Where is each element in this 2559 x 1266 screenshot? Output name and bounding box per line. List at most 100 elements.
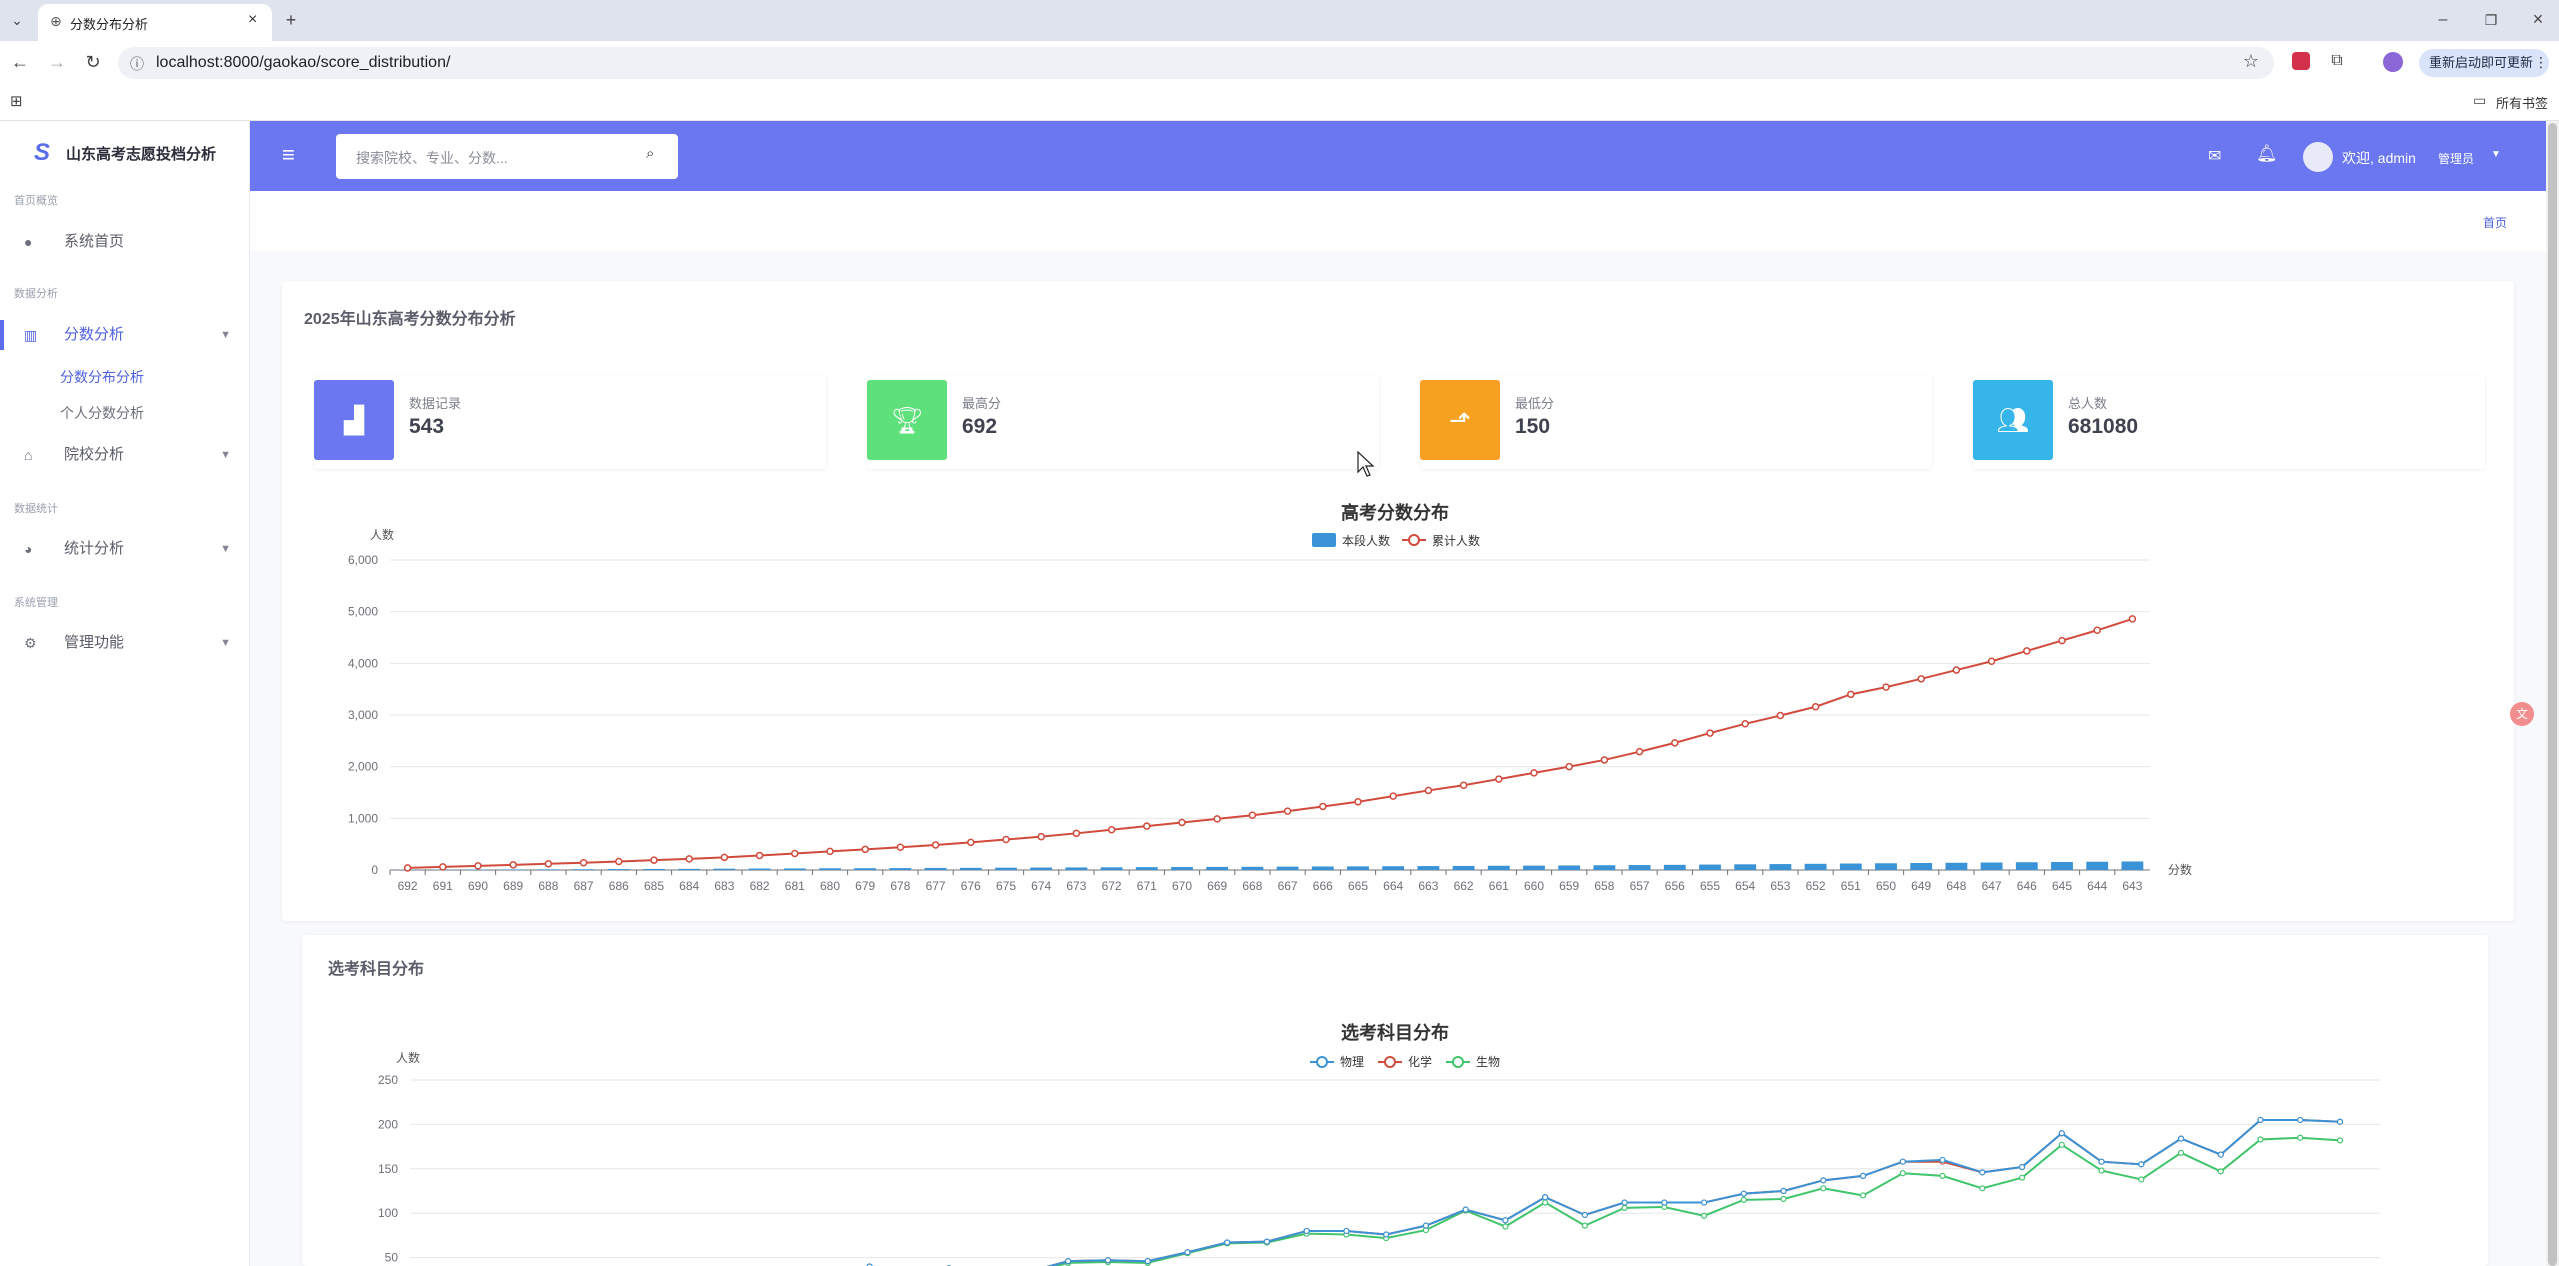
chart-title: 选考科目分布 [1341, 1022, 1449, 1043]
sidebar-item-score-analysis[interactable]: ▥ 分数分析 ▼ [0, 317, 249, 353]
bar [1100, 867, 1123, 870]
brand-name[interactable]: 山东高考志愿投档分析 [66, 143, 216, 164]
stat-card-min: ⬏ 最低分 150 [1420, 375, 1932, 469]
bar [1523, 865, 1545, 870]
y-tick-label: 0 [371, 863, 378, 877]
bar [713, 868, 736, 870]
x-tick-label: 651 [1841, 879, 1861, 893]
bar [1699, 864, 1721, 870]
url-text[interactable]: localhost:8000/gaokao/score_distribution… [156, 54, 450, 72]
sidebar-item-admin[interactable]: ⚙ 管理功能 ▼ [0, 625, 249, 661]
breadcrumb[interactable]: 首页 [2483, 214, 2507, 231]
translate-icon[interactable]: 文 [2510, 702, 2534, 726]
line-point [1354, 798, 1362, 806]
series-point [2018, 1163, 2026, 1171]
bell-icon[interactable]: 🔔︎ [2256, 144, 2278, 164]
series-point [1581, 1222, 1588, 1229]
x-tick-label: 688 [538, 879, 558, 893]
extension-icon[interactable] [2292, 52, 2310, 70]
line-point [861, 845, 869, 854]
reload-icon[interactable]: ↻ [82, 52, 104, 72]
scrollbar-thumb[interactable] [2548, 123, 2557, 1266]
x-tick-label: 674 [1031, 879, 1051, 893]
series-point [1184, 1249, 1191, 1256]
chart-bar-icon: ▟ [314, 380, 394, 460]
series-point [2058, 1141, 2065, 1148]
minimize-icon[interactable]: – [2432, 10, 2454, 30]
forward-icon[interactable]: → [46, 52, 68, 72]
user-caret-icon[interactable]: ▼ [2491, 149, 2501, 160]
line-point [1389, 792, 1397, 800]
y-tick-label: 50 [385, 1251, 399, 1265]
welcome-text[interactable]: 欢迎, admin [2342, 148, 2416, 168]
x-tick-label: 691 [433, 879, 453, 893]
avatar[interactable] [2303, 142, 2333, 172]
sidebar-subitem-distribution[interactable]: 分数分布分析 [60, 367, 144, 387]
series-point [2177, 1135, 2185, 1142]
all-bookmarks[interactable]: 所有书签 [2496, 93, 2548, 112]
line-point [1459, 781, 1468, 790]
x-tick-label: 658 [1594, 879, 1614, 893]
sidebar-item-statistics[interactable]: ◕ 统计分析 ▼ [0, 531, 249, 567]
x-tick-label: 644 [2087, 879, 2107, 893]
site-info-icon[interactable]: ⓘ [130, 54, 144, 74]
sidebar-heading: 系统管理 [14, 597, 58, 609]
x-tick-label: 665 [1348, 879, 1368, 893]
line-point [1671, 739, 1679, 747]
users-icon: 👥︎ [1973, 380, 2053, 460]
apps-grid-icon[interactable]: ⊞ [10, 92, 23, 110]
university-icon: ⌂ [24, 447, 33, 463]
browser-tab[interactable]: ⊕ 分数分布分析 × [38, 4, 272, 41]
stat-card-records: ▟ 数据记录 543 [314, 375, 826, 469]
line-point [1741, 720, 1749, 728]
series-point [1701, 1212, 1708, 1219]
restore-icon[interactable]: ❐ [2480, 10, 2502, 30]
sidebar-subitem-personal[interactable]: 个人分数分析 [60, 403, 144, 423]
mail-icon[interactable]: ✉ [2208, 146, 2221, 166]
role-text[interactable]: 管理员 [2438, 150, 2474, 167]
x-tick-label: 653 [1770, 879, 1790, 893]
stat-label: 数据记录 [409, 396, 462, 411]
line-point [1706, 729, 1714, 737]
bar [1734, 864, 1757, 870]
bookmark-star-icon[interactable]: ☆ [2240, 51, 2262, 71]
window-close-icon[interactable]: × [2527, 9, 2549, 29]
bar [537, 869, 560, 870]
line-point [1882, 683, 1890, 691]
new-tab-icon[interactable]: + [280, 10, 302, 30]
back-icon[interactable]: ← [9, 52, 31, 72]
tab-list-icon[interactable]: ⌄ [6, 10, 28, 30]
menu-dots-icon[interactable]: ⋮ [2534, 54, 2548, 71]
menu-toggle-icon[interactable]: ≡ [282, 142, 295, 168]
stat-label: 最低分 [1515, 396, 1555, 411]
series-point [2138, 1176, 2145, 1183]
series-point [1820, 1185, 1827, 1192]
sidebar-item-home[interactable]: ● 系统首页 [0, 224, 249, 260]
x-tick-label: 670 [1172, 879, 1192, 893]
x-tick-label: 686 [609, 879, 629, 893]
score-distribution-chart: 高考分数分布本段人数 累计人数 人数 0 1,000 2,000 3,000 4,000 5,0… [348, 502, 2192, 893]
x-axis-label: 分数 [2168, 862, 2192, 877]
bar [1945, 862, 1968, 870]
bar [572, 869, 595, 870]
sidebar-item-university-analysis[interactable]: ⌂ 院校分析 ▼ [0, 437, 249, 473]
profile-avatar[interactable] [2383, 52, 2403, 72]
folder-icon: ▭ [2473, 92, 2487, 108]
y-axis-label: 人数 [396, 1050, 420, 1065]
series-line [866, 1118, 2341, 1266]
line-point [650, 856, 658, 864]
line-point [791, 849, 799, 858]
mouse-cursor-icon [1357, 450, 1375, 477]
line-point [2058, 636, 2066, 645]
close-tab-icon[interactable]: × [248, 11, 257, 29]
search-icon[interactable]: ⌕ [646, 145, 654, 162]
extensions-puzzle-icon[interactable]: ⧉ [2326, 51, 2348, 71]
series-point [1780, 1195, 1787, 1203]
pie-icon: ◕ [24, 541, 33, 557]
legend-label: 物理 [1340, 1055, 1364, 1069]
series-point [1859, 1192, 1867, 1199]
series-point [2257, 1136, 2264, 1143]
update-button[interactable]: 重新启动即可更新 [2419, 49, 2549, 77]
x-tick-label: 689 [503, 879, 523, 893]
x-tick-label: 671 [1137, 879, 1157, 893]
